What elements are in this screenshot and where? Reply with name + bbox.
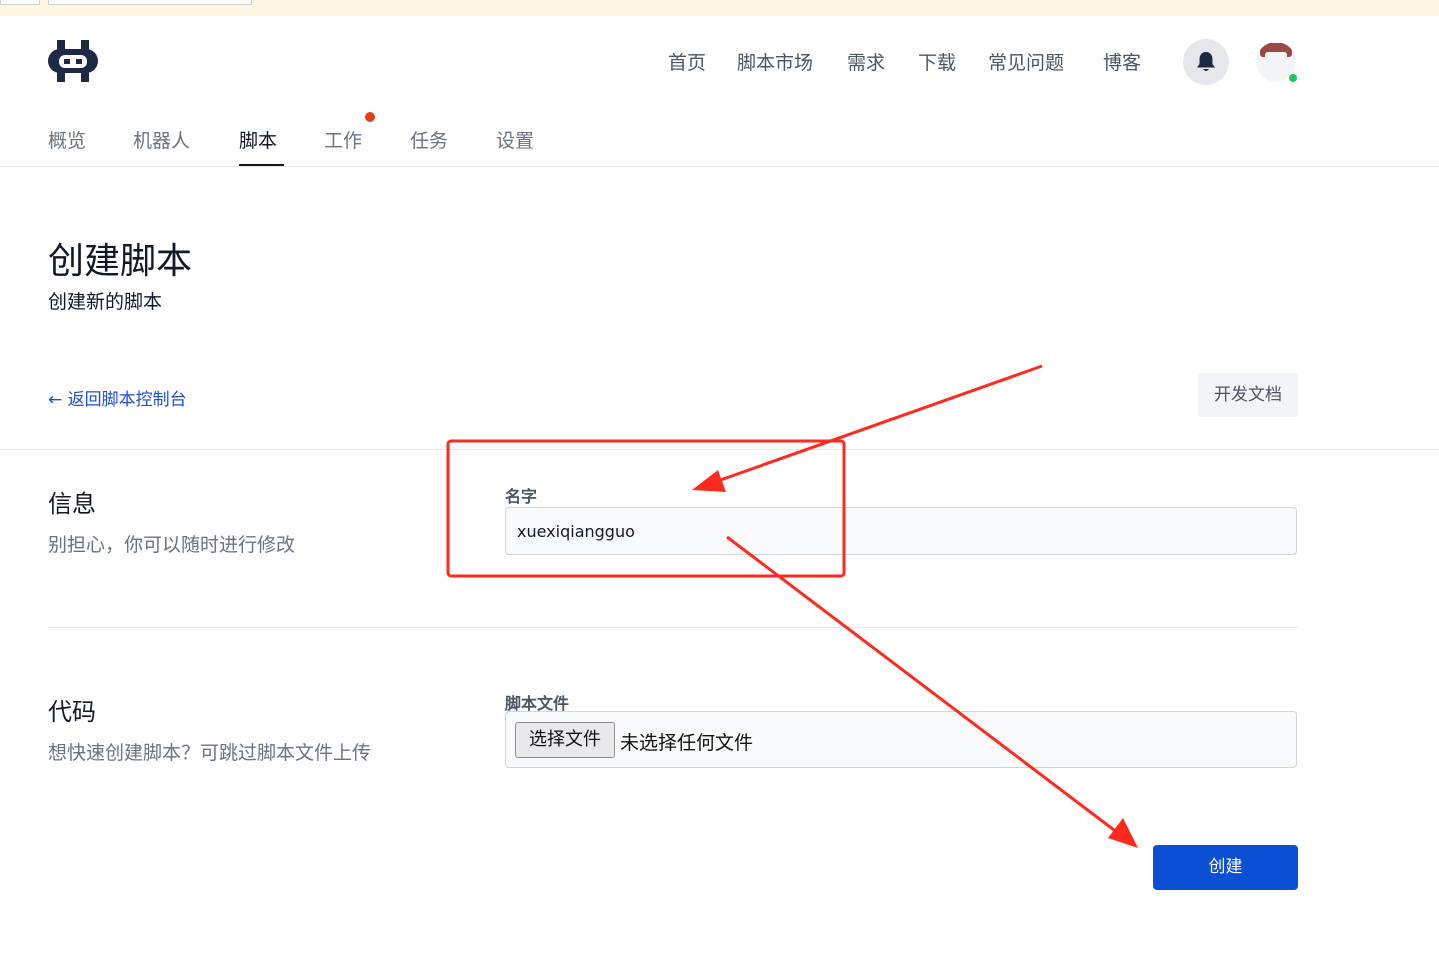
infobar-fragment bbox=[0, 0, 40, 5]
choose-file-button[interactable]: 选择文件 bbox=[515, 722, 615, 758]
create-button[interactable]: 创建 bbox=[1153, 845, 1298, 890]
file-status-text: 未选择任何文件 bbox=[620, 732, 754, 754]
divider bbox=[0, 166, 1439, 167]
notifications-button[interactable] bbox=[1183, 39, 1229, 85]
nav-blog[interactable]: 博客 bbox=[1103, 48, 1141, 75]
dev-docs-button[interactable]: 开发文档 bbox=[1198, 373, 1298, 417]
jobs-notification-dot bbox=[365, 112, 375, 122]
name-label: 名字 bbox=[505, 487, 538, 506]
infobar-fragment bbox=[48, 0, 252, 5]
page-title: 创建脚本 bbox=[48, 241, 193, 282]
annotation-arrowhead-2 bbox=[1108, 818, 1138, 848]
code-section-title: 代码 bbox=[48, 698, 96, 726]
annotation-overlay bbox=[446, 364, 1138, 848]
tab-jobs[interactable]: 工作 bbox=[324, 126, 362, 153]
tab-tasks[interactable]: 任务 bbox=[410, 126, 448, 153]
tab-scripts[interactable]: 脚本 bbox=[239, 126, 277, 153]
divider bbox=[0, 449, 1439, 450]
tab-settings[interactable]: 设置 bbox=[496, 126, 534, 153]
nav-home[interactable]: 首页 bbox=[668, 48, 706, 75]
robot-logo-icon[interactable] bbox=[48, 40, 98, 82]
nav-script-market[interactable]: 脚本市场 bbox=[737, 48, 813, 75]
online-status-dot bbox=[1288, 73, 1298, 83]
tab-robots[interactable]: 机器人 bbox=[133, 126, 190, 153]
code-section-description: 想快速创建脚本？可跳过脚本文件上传 bbox=[48, 742, 372, 764]
annotation-arrow-1 bbox=[711, 364, 1043, 485]
info-section-description: 别担心，你可以随时进行修改 bbox=[48, 534, 296, 556]
divider bbox=[48, 627, 1298, 628]
name-input[interactable] bbox=[505, 507, 1297, 555]
nav-download[interactable]: 下载 bbox=[918, 48, 956, 75]
browser-infobar bbox=[0, 0, 1439, 16]
annotation-arrowhead-1 bbox=[692, 470, 726, 492]
bell-icon bbox=[1197, 52, 1215, 71]
info-section-title: 信息 bbox=[48, 490, 96, 518]
back-to-console-link[interactable]: ← 返回脚本控制台 bbox=[48, 385, 187, 410]
nav-requests[interactable]: 需求 bbox=[847, 48, 885, 75]
tab-overview[interactable]: 概览 bbox=[48, 126, 86, 153]
page-subtitle: 创建新的脚本 bbox=[48, 291, 163, 313]
nav-faq[interactable]: 常见问题 bbox=[988, 48, 1064, 75]
script-file-input[interactable]: 选择文件 未选择任何文件 bbox=[505, 711, 1297, 768]
annotation-arrow-2 bbox=[726, 535, 1119, 835]
